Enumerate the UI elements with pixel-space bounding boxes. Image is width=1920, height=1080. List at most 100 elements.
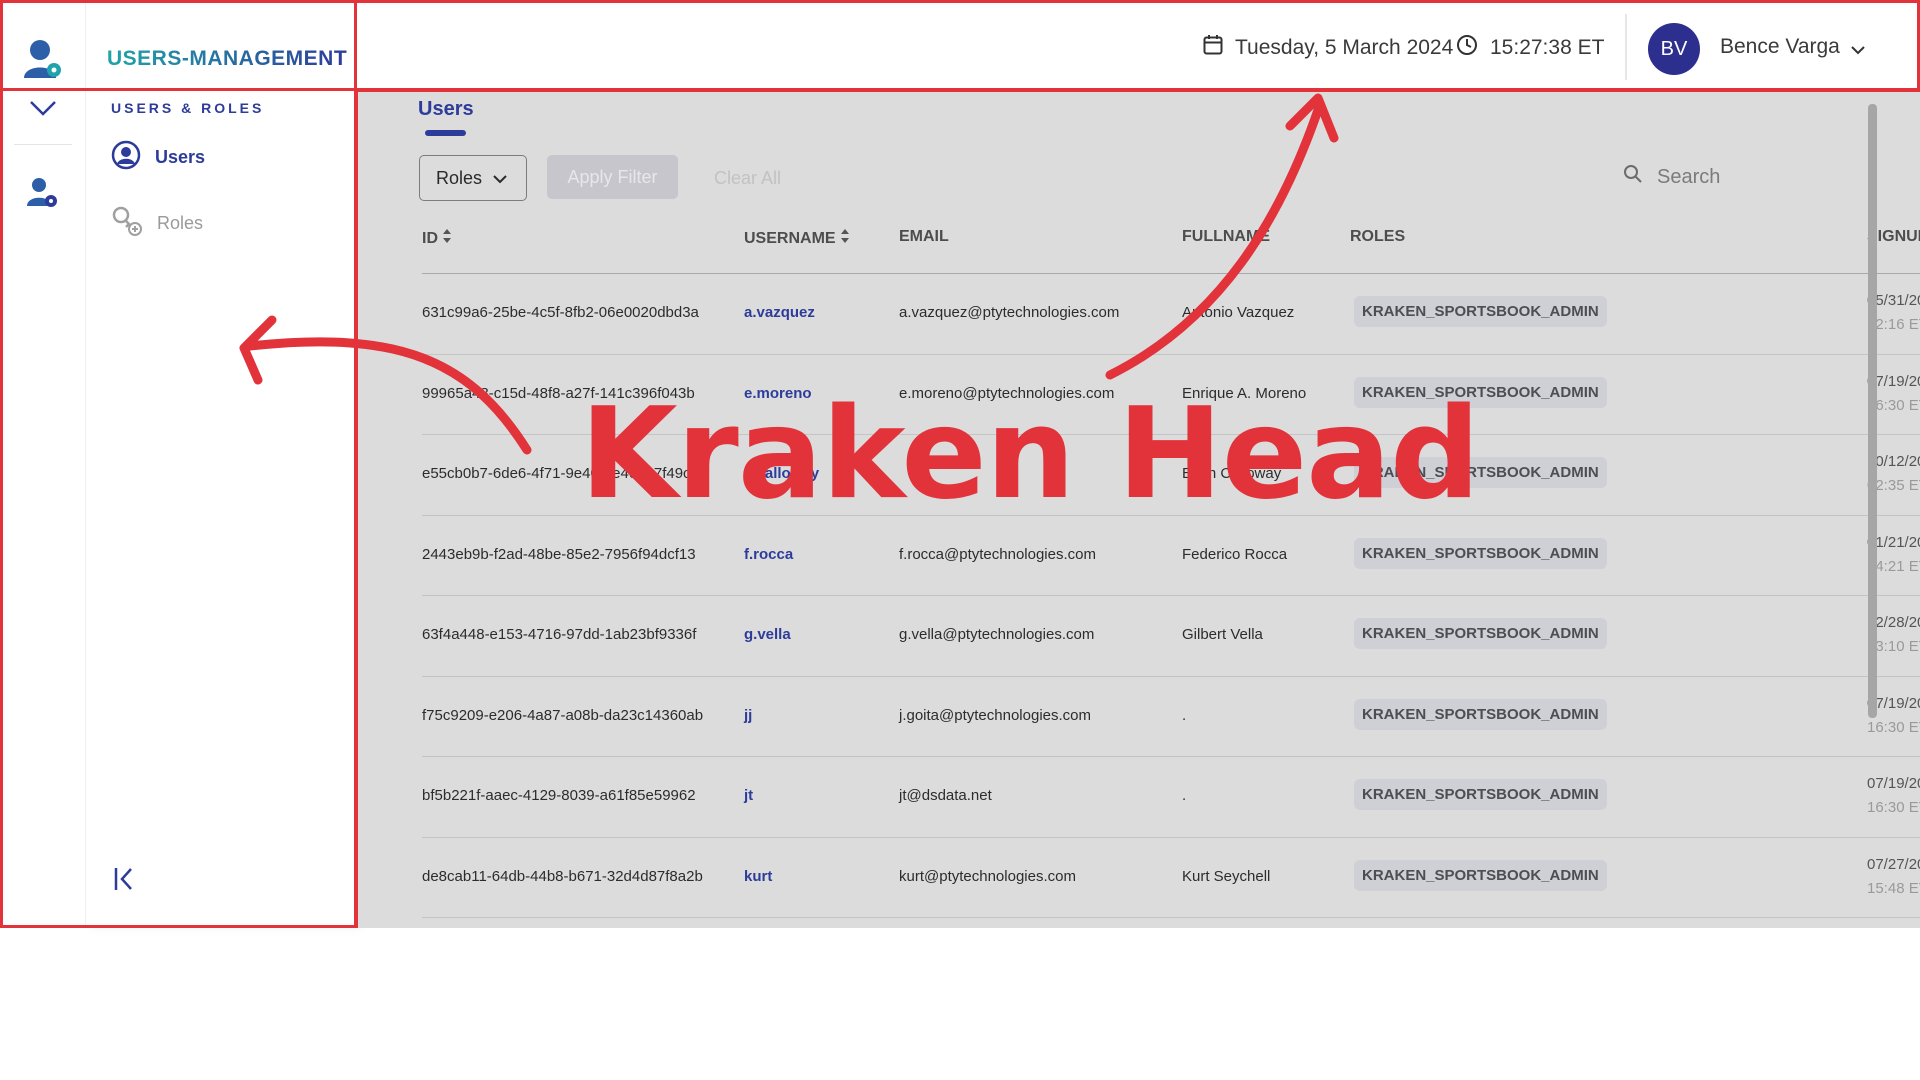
cell-email: g.vella@ptytechnologies.com (899, 626, 1095, 643)
key-add-icon (111, 205, 157, 242)
time-display: 15:27:38 ET (1456, 34, 1604, 62)
avatar[interactable]: BV (1648, 23, 1700, 75)
cell-signup-time: 15:48 ET (1867, 879, 1920, 897)
cell-email: jt@dsdata.net (899, 787, 992, 804)
cell-username-link[interactable]: kurt (744, 868, 772, 885)
app-title: USERS-MANAGEMENT (107, 47, 348, 70)
search-box[interactable]: Search (1623, 164, 1720, 190)
role-badge: KRAKEN_SPORTSBOOK_ADMIN (1354, 376, 1607, 408)
apply-filter-button[interactable]: Apply Filter (547, 155, 678, 199)
roles-filter-dropdown[interactable]: Roles (419, 155, 527, 201)
role-badge: KRAKEN_SPORTSBOOK_ADMIN (1354, 296, 1607, 327)
sort-icon[interactable] (836, 228, 850, 249)
users-management-app-icon[interactable] (22, 38, 66, 87)
cell-username-link[interactable]: jj (744, 707, 752, 724)
cell-fullname: Enrique A. Moreno (1182, 384, 1307, 402)
chevron-down-icon (482, 168, 508, 189)
cell-fullname: Gilbert Vella (1182, 626, 1263, 643)
role-badge: KRAKEN_SPORTSBOOK_ADMIN (1354, 779, 1607, 810)
current-time: 15:27:38 ET (1490, 36, 1605, 59)
section-label: USERS & ROLES (111, 100, 265, 116)
column-header-username[interactable]: USERNAME (744, 228, 850, 249)
role-badge: KRAKEN_SPORTSBOOK_ADMIN (1354, 859, 1607, 891)
cell-id: 63f4a448-e153-4716-97dd-1ab23bf9336f (422, 626, 697, 643)
table-row[interactable]: de8cab11-64db-44b8-b671-32d4d87f8a2b kur… (422, 838, 1920, 918)
cell-fullname: Kurt Seychell (1182, 867, 1271, 885)
table-row[interactable]: 99965a48-c15d-48f8-a27f-141c396f043b e.m… (422, 355, 1920, 435)
chevron-down-icon[interactable] (29, 99, 57, 122)
cell-username-link[interactable]: a.vazquez (744, 304, 815, 321)
table-row[interactable]: 631c99a6-25be-4c5f-8fb2-06e0020dbd3a a.v… (422, 274, 1920, 355)
chevron-down-icon[interactable] (1850, 42, 1866, 60)
rail-divider (14, 144, 72, 145)
sidebar-item-roles[interactable]: Roles (111, 206, 203, 240)
user-gear-icon[interactable] (26, 176, 60, 215)
top-header: Tuesday, 5 March 2024 15:27:38 ET BV Ben… (357, 0, 1920, 90)
main-content: Users Roles Apply Filter Clear All Searc… (357, 90, 1920, 928)
tab-users[interactable]: Users (418, 98, 474, 121)
role-badge: KRAKEN_SPORTSBOOK_ADMIN (1354, 618, 1607, 649)
cell-fullname: . (1182, 787, 1187, 804)
cell-fullname: Federico Rocca (1182, 545, 1288, 563)
column-label: ID (422, 229, 438, 247)
cell-username-link[interactable]: e.calloway (744, 465, 819, 482)
header-divider (1625, 14, 1627, 80)
column-label: FULLNAME (1182, 228, 1270, 245)
cell-id: 2443eb9b-f2ad-48be-85e2-7956f94dcf13 (422, 545, 696, 563)
app-screen: USERS-MANAGEMENT USERS & ROLES Users Rol… (0, 0, 1920, 1080)
user-circle-icon (111, 140, 155, 175)
sidebar-item-label: Users (155, 146, 206, 167)
cell-email: j.goita@ptytechnologies.com (899, 706, 1091, 724)
table-row[interactable]: f75c9209-e206-4a87-a08b-da23c14360ab jj … (422, 677, 1920, 757)
cell-email: a.vazquez@ptytechnologies.com (899, 304, 1120, 321)
cell-id: 99965a48-c15d-48f8-a27f-141c396f043b (422, 384, 695, 402)
cell-username-link[interactable]: jt (744, 787, 753, 804)
sidebar-item-label: Roles (157, 212, 204, 233)
table-row[interactable]: bf5b221f-aaec-4129-8039-a61f85e59962 jt … (422, 757, 1920, 838)
cell-fullname: Evan Calloway (1182, 465, 1282, 482)
vertical-scrollbar[interactable] (1868, 104, 1877, 718)
role-badge: KRAKEN_SPORTSBOOK_ADMIN (1354, 698, 1607, 730)
table-header: ID USERNAME EMAIL FULLNAME ROLES SIGNU (422, 228, 1920, 264)
calendar-icon (1203, 34, 1235, 62)
cell-id: 631c99a6-25be-4c5f-8fb2-06e0020dbd3a (422, 304, 699, 321)
role-badge: KRAKEN_SPORTSBOOK_ADMIN (1354, 457, 1607, 488)
cell-signup-date: 07/19/20 (1867, 775, 1920, 792)
column-label: EMAIL (899, 228, 949, 245)
user-name[interactable]: Bence Varga (1720, 35, 1840, 59)
roles-filter-label: Roles (436, 167, 483, 188)
column-label: USERNAME (744, 229, 836, 247)
users-table-body: 631c99a6-25be-4c5f-8fb2-06e0020dbd3a a.v… (422, 274, 1920, 918)
clear-all-button[interactable]: Clear All (714, 168, 781, 189)
sort-icon[interactable] (438, 228, 452, 249)
tab-active-indicator (425, 130, 466, 136)
cell-email: e.moreno@ptytechnologies.com (899, 384, 1115, 402)
cell-fullname: . (1182, 706, 1187, 724)
table-row[interactable]: 63f4a448-e153-4716-97dd-1ab23bf9336f g.v… (422, 596, 1920, 677)
column-header-fullname: FULLNAME (1182, 228, 1270, 246)
search-icon (1623, 164, 1657, 190)
column-header-id[interactable]: ID (422, 228, 452, 249)
role-badge: KRAKEN_SPORTSBOOK_ADMIN (1354, 537, 1607, 569)
table-row[interactable]: 2443eb9b-f2ad-48be-85e2-7956f94dcf13 f.r… (422, 516, 1920, 596)
cell-id: bf5b221f-aaec-4129-8039-a61f85e59962 (422, 787, 696, 804)
clock-icon (1456, 34, 1490, 62)
collapse-left-icon[interactable] (113, 866, 137, 897)
cell-id: e55cb0b7-6de6-4f71-9e40-5e401a7f49c (422, 465, 691, 482)
cell-id: de8cab11-64db-44b8-b671-32d4d87f8a2b (422, 867, 703, 885)
cell-username-link[interactable]: f.rocca (744, 546, 793, 563)
column-header-email: EMAIL (899, 228, 949, 246)
column-header-roles: ROLES (1350, 228, 1405, 246)
column-label: ROLES (1350, 228, 1406, 245)
cell-username-link[interactable]: g.vella (744, 626, 791, 643)
table-row[interactable]: e55cb0b7-6de6-4f71-9e40-5e401a7f49c e.ca… (422, 435, 1920, 516)
date-display: Tuesday, 5 March 2024 (1203, 34, 1453, 62)
cell-username-link[interactable]: e.moreno (744, 385, 812, 402)
cell-signup-time: 16:30 ET (1867, 718, 1920, 736)
search-input[interactable]: Search (1657, 166, 1720, 189)
cell-signup-date: 07/27/20 (1867, 855, 1920, 873)
cell-email: kurt@ptytechnologies.com (899, 867, 1076, 885)
sidebar: USERS-MANAGEMENT USERS & ROLES Users Rol… (86, 0, 357, 928)
sidebar-item-users[interactable]: Users (111, 140, 205, 174)
cell-fullname: Antonio Vazquez (1182, 304, 1295, 321)
